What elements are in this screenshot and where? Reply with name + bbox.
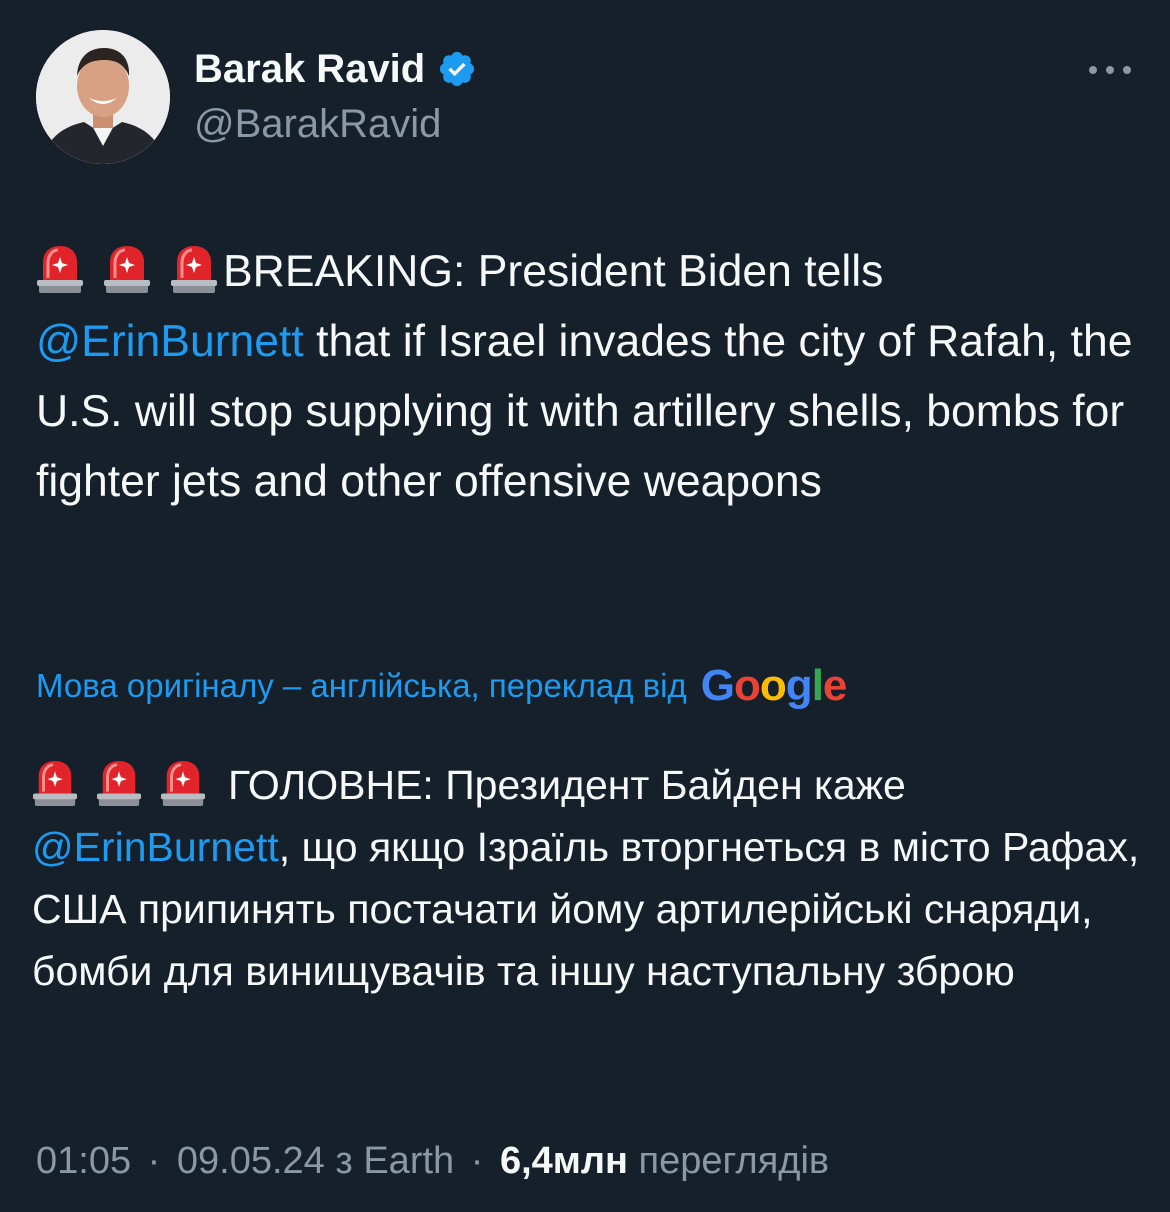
tweet-source: з Earth: [335, 1140, 455, 1182]
meta-separator: ·: [147, 1140, 161, 1182]
tweet-date[interactable]: 09.05.24: [177, 1140, 325, 1182]
mention-link[interactable]: @ErinBurnett: [36, 317, 304, 366]
translation-note-text: Мова оригіналу – англійська, переклад ві…: [36, 667, 687, 704]
more-options-icon: [1089, 66, 1131, 74]
rotating-light-icon: [160, 760, 206, 806]
verified-badge-icon: [440, 51, 475, 87]
views-count[interactable]: 6,4млн: [500, 1140, 628, 1182]
author-name[interactable]: Barak Ravid: [194, 45, 477, 93]
avatar[interactable]: [36, 30, 170, 164]
more-options-button[interactable]: [1082, 52, 1138, 88]
avatar-image: [36, 30, 170, 164]
rotating-light-icon: [96, 760, 142, 806]
breaking-label: BREAKING: President Biden tells: [223, 247, 884, 296]
tweet-time[interactable]: 01:05: [36, 1140, 131, 1182]
author-handle[interactable]: @BarakRavid: [194, 100, 441, 148]
views-label: переглядів: [638, 1140, 830, 1182]
rotating-light-icon: [104, 246, 150, 293]
google-logo: Google: [700, 661, 848, 710]
rotating-light-icon: [32, 760, 78, 806]
author-name-text: Barak Ravid: [194, 47, 426, 91]
rotating-light-icon: [37, 246, 83, 293]
tweet-text: BREAKING: President Biden tells @ErinBur…: [36, 237, 1136, 517]
translated-mention-link[interactable]: @ErinBurnett: [32, 824, 279, 870]
meta-separator: ·: [470, 1140, 484, 1182]
translated-headline: ГОЛОВНЕ: Президент Байден каже: [228, 762, 906, 808]
tweet-meta: 01:05 · 09.05.24 з Earth · 6,4млн перегл…: [36, 1136, 829, 1186]
rotating-light-icon: [171, 246, 217, 293]
translation-note[interactable]: Мова оригіналу – англійська, переклад ві…: [36, 660, 848, 712]
translated-text: ГОЛОВНЕ: Президент Байден каже @ErinBurn…: [32, 754, 1142, 1002]
